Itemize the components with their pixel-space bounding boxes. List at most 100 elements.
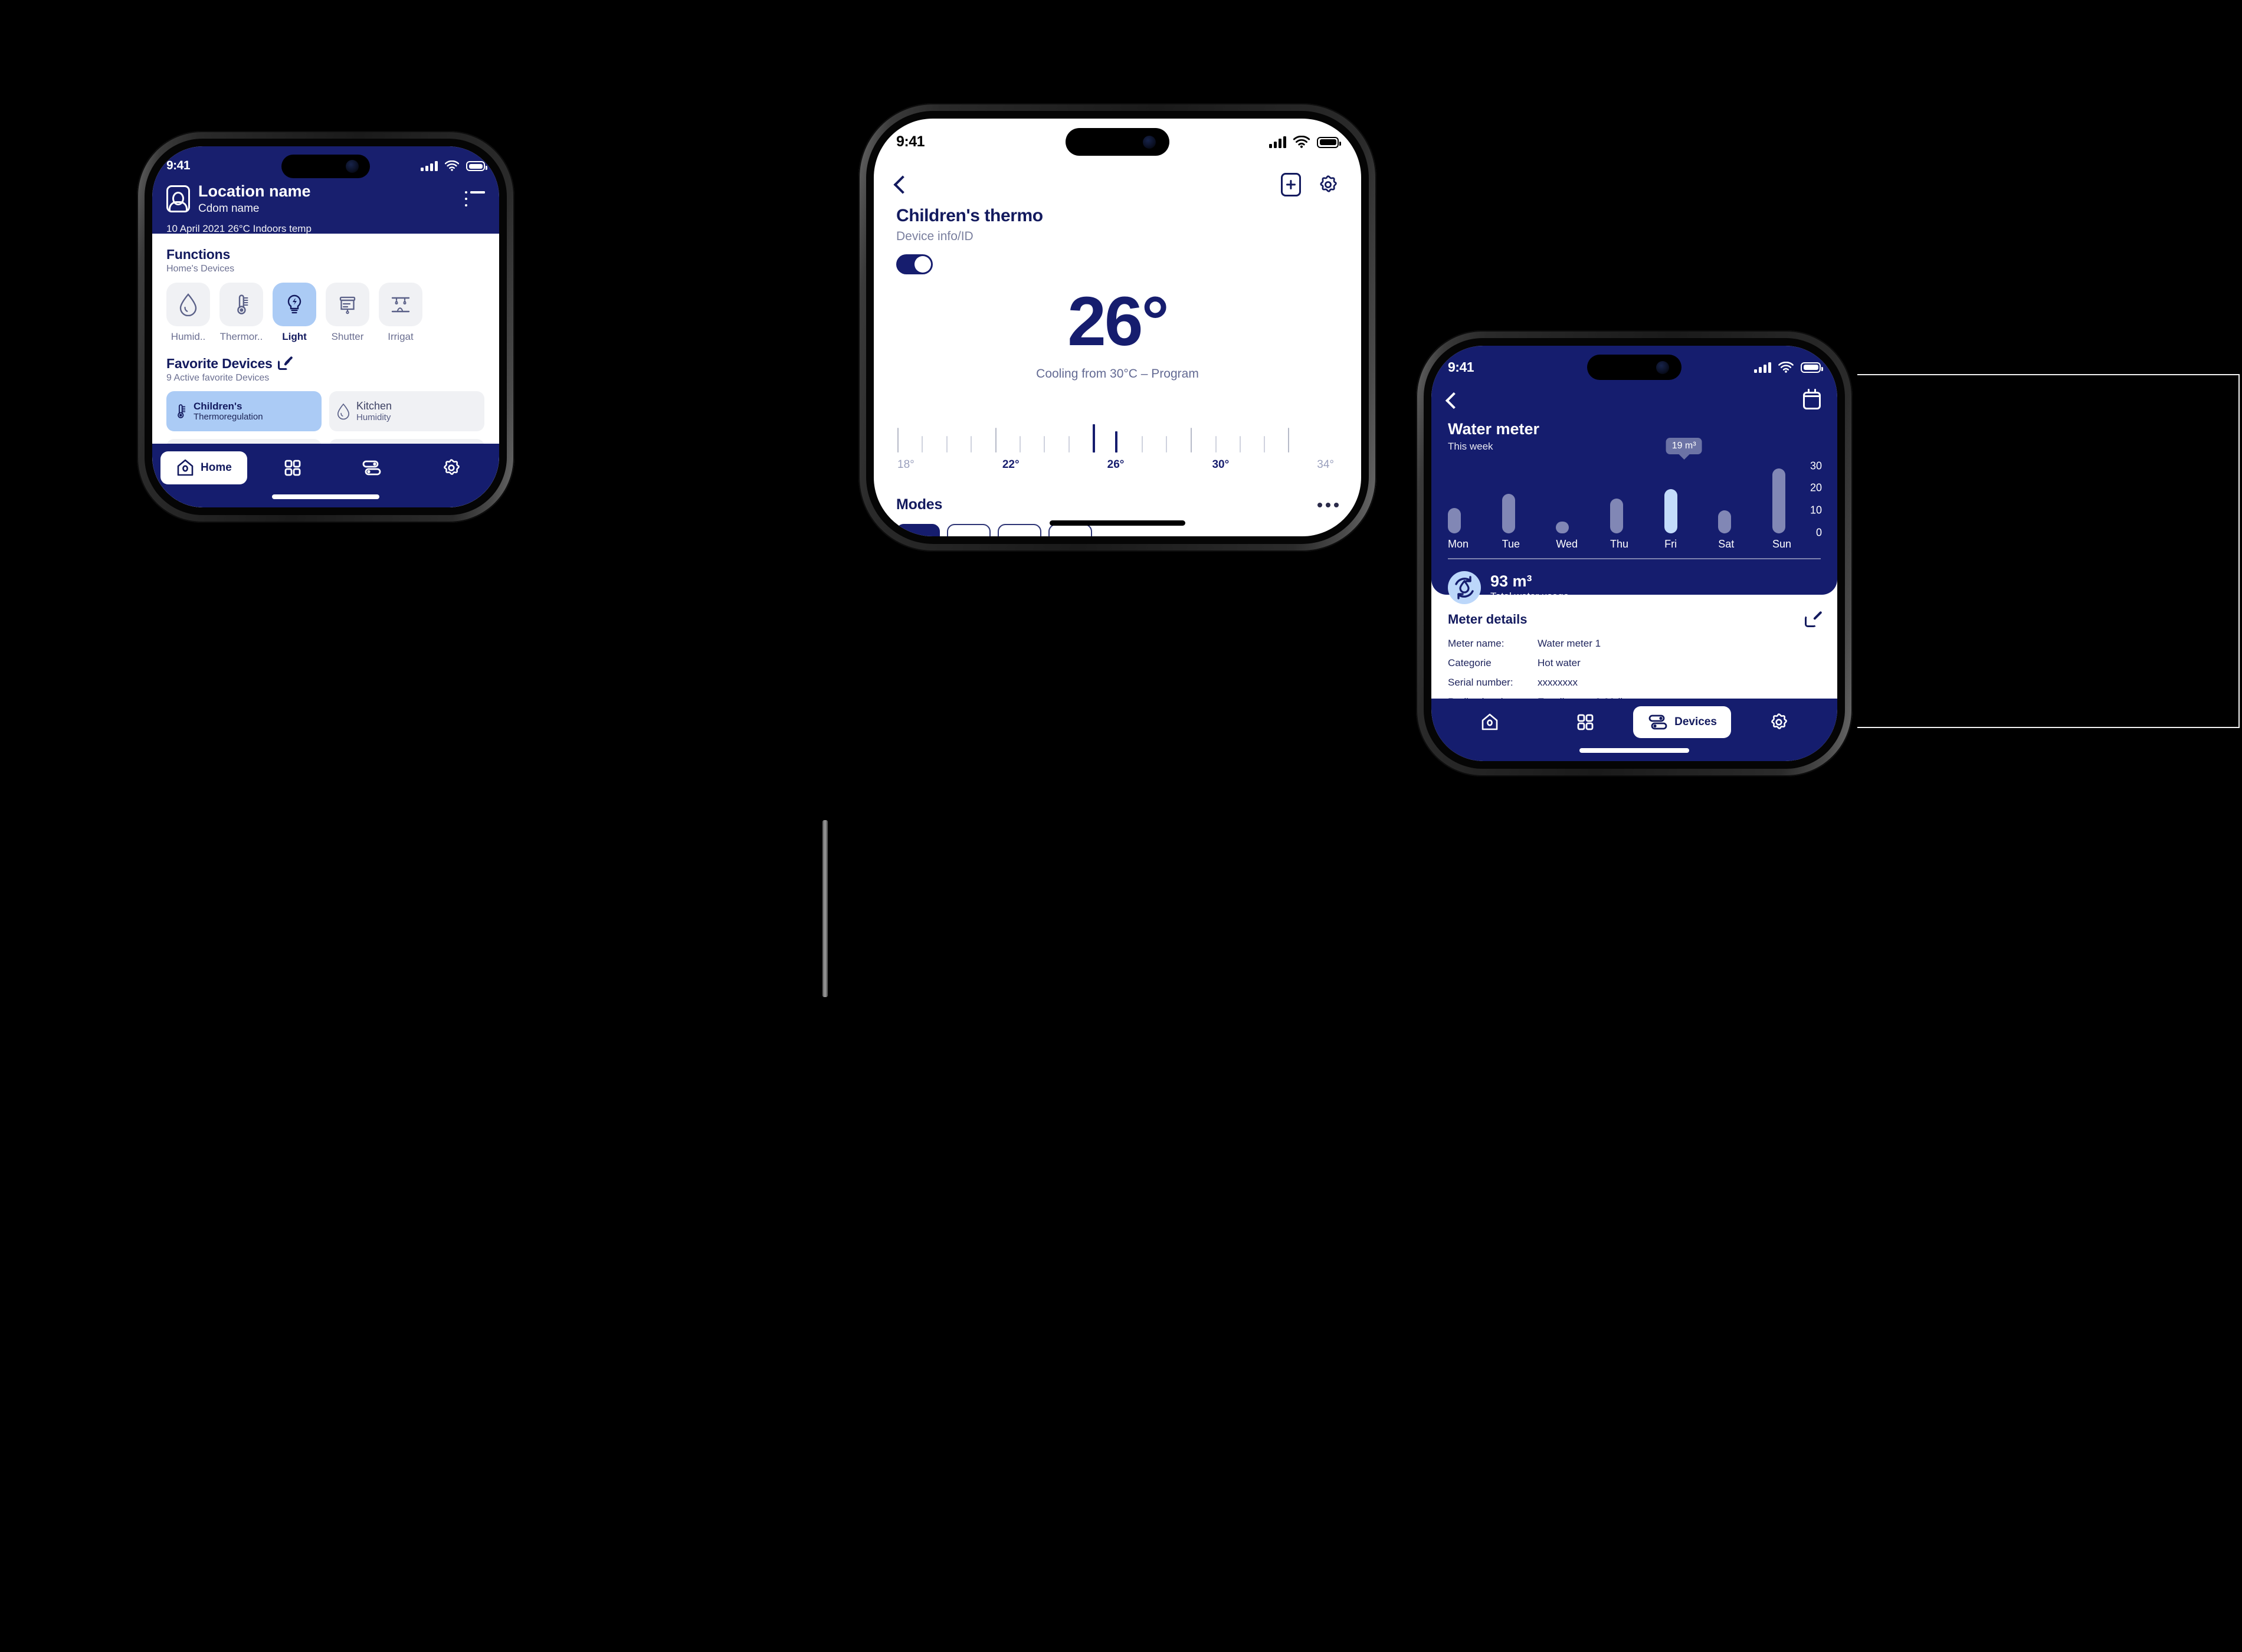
functions-row: Humid.. Thermor.. Light Shutter Irrigat — [166, 283, 485, 343]
dynamic-island — [1066, 128, 1169, 156]
chart-bar[interactable] — [1556, 522, 1569, 533]
screen-center: 9:41 Children's thermo Device info/ID 26… — [874, 119, 1361, 536]
meter-details-title: Meter details — [1448, 611, 1528, 627]
x-tick: Sun — [1772, 538, 1791, 550]
tab-grid[interactable] — [1538, 713, 1633, 732]
function-label: Humid.. — [171, 331, 206, 342]
thermometer-icon — [237, 294, 248, 314]
slider-label: 34° — [1317, 458, 1334, 471]
x-tick: Fri — [1664, 538, 1677, 550]
tab-devices[interactable] — [332, 458, 411, 477]
function-humidity[interactable]: Humid.. — [166, 283, 210, 343]
functions-title: Functions — [166, 247, 231, 262]
row-key: Serial number: — [1448, 677, 1513, 688]
edit-icon[interactable] — [277, 356, 293, 370]
add-square-icon[interactable] — [1281, 173, 1301, 196]
wifi-icon — [1778, 361, 1794, 373]
y-tick: 10 — [1810, 504, 1822, 516]
total-usage: 93 m³ Total water usage — [1448, 571, 1569, 604]
back-chevron-icon[interactable] — [1445, 392, 1463, 409]
row-value: Water meter 1 — [1538, 638, 1601, 649]
chart-bar[interactable] — [1448, 507, 1461, 533]
temperature-slider[interactable]: 18° 22° 26° 30° 34° — [897, 424, 1338, 471]
more-dots-icon[interactable] — [1317, 502, 1339, 507]
mode-button[interactable]: Program — [896, 524, 940, 536]
device-subtitle: Device info/ID — [896, 230, 974, 243]
gear-icon[interactable] — [1317, 174, 1339, 195]
home-icon — [1481, 713, 1498, 730]
chart-x-labels: Mon Tue Wed Thu Fri Sat Sun — [1448, 538, 1791, 550]
favorite-name: Children's — [194, 400, 242, 412]
sliders-icon — [363, 460, 381, 476]
mode-button[interactable]: Manual Jolly — [1048, 524, 1092, 536]
shutter-icon — [339, 296, 356, 314]
favorite-card[interactable]: Children's Thermoregulation — [166, 391, 322, 431]
phone-center: 9:41 Children's thermo Device info/ID 26… — [858, 103, 1376, 552]
tab-settings[interactable] — [1731, 712, 1827, 732]
tab-devices[interactable]: Devices — [1633, 706, 1731, 738]
function-light[interactable]: Light — [273, 283, 316, 343]
function-irrigation[interactable]: Irrigat — [379, 283, 422, 343]
chart-bar[interactable] — [1772, 468, 1785, 533]
x-tick: Thu — [1610, 538, 1628, 550]
edit-icon[interactable] — [1805, 611, 1823, 627]
dynamic-island — [1587, 355, 1682, 380]
status-time: 9:41 — [1448, 359, 1474, 375]
page-title: Water meter — [1448, 420, 1540, 438]
chart-bar[interactable] — [1718, 510, 1732, 533]
row-key: Categorie — [1448, 657, 1492, 668]
slider-label: 22° — [1002, 458, 1020, 471]
tab-settings[interactable] — [412, 458, 491, 478]
calendar-icon[interactable] — [1803, 389, 1821, 409]
sliders-icon — [1648, 714, 1667, 730]
function-label: Light — [282, 331, 307, 342]
chart-tooltip: 19 m³ — [1666, 438, 1702, 454]
chart-bar-highlighted[interactable] — [1664, 489, 1677, 533]
favorite-type: Thermoregulation — [194, 412, 263, 422]
back-chevron-icon[interactable] — [893, 175, 912, 194]
water-drop-icon — [337, 403, 350, 420]
row-value: xxxxxxxx — [1538, 677, 1578, 688]
slider-labels: 18° 22° 26° 30° 34° — [897, 458, 1338, 471]
mode-button[interactable]: Manual H24 — [998, 524, 1041, 536]
tab-home[interactable] — [1442, 713, 1538, 732]
favorites-title: Favorite Devices — [166, 356, 485, 372]
favorite-type: Humidity — [356, 412, 391, 422]
water-meter-card: 9:41 Water meter This week 19 m³ 30 20 1… — [1431, 346, 1837, 604]
battery-icon — [1317, 136, 1341, 148]
favorite-card[interactable]: Kitchen Humidity — [329, 391, 484, 431]
home-indicator — [272, 494, 379, 499]
water-drop-icon — [179, 293, 197, 316]
screen-left: 9:41 Location name Cdom name 10 April 20… — [152, 146, 499, 507]
mode-button[interactable]: Manual — [947, 524, 991, 536]
chart-bar[interactable] — [1502, 494, 1515, 533]
left-header-row: Location name Cdom name — [166, 182, 485, 215]
function-label: Thermor.. — [219, 331, 263, 342]
function-thermoregulation[interactable]: Thermor.. — [219, 283, 263, 343]
battery-icon — [1801, 362, 1823, 373]
tab-grid[interactable] — [253, 458, 332, 477]
chart-y-axis: 30 20 10 0 — [1788, 460, 1824, 538]
page-title: Location name — [198, 182, 311, 200]
slider-label: 18° — [897, 458, 914, 471]
x-tick: Wed — [1556, 538, 1578, 550]
gear-icon — [444, 459, 460, 475]
home-indicator — [1579, 748, 1689, 753]
chart-bar[interactable] — [1610, 499, 1623, 533]
phone-left-volume-buttons — [822, 820, 828, 997]
water-usage-chart: 19 m³ 30 20 10 0 — [1448, 438, 1824, 538]
power-toggle[interactable] — [896, 254, 933, 274]
temperature-status: Cooling from 30°C – Program — [1036, 366, 1199, 381]
row-value: Hot water — [1538, 657, 1581, 668]
tab-home[interactable]: Home — [160, 451, 247, 484]
thermometer-icon — [178, 404, 186, 418]
list-icon[interactable] — [465, 191, 485, 207]
avatar-icon — [166, 185, 190, 213]
function-shutter[interactable]: Shutter — [326, 283, 369, 343]
domain-name: Cdom name — [198, 202, 260, 215]
home-icon — [177, 459, 194, 476]
x-tick: Tue — [1502, 538, 1520, 550]
function-label: Shutter — [331, 331, 364, 342]
dynamic-island — [281, 155, 370, 178]
phone-left-screen-wrap: 9:41 Location name Cdom name 10 April 20… — [137, 131, 514, 523]
